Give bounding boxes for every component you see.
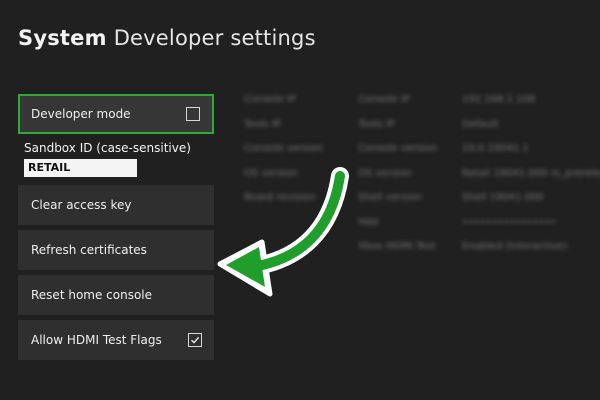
info-column-2: Console IP Tools IP Console version OS v… [358,94,438,266]
page-title: System Developer settings [18,26,316,50]
info-column-1: Console IP Tools IP Console version OS v… [244,94,324,217]
developer-mode-toggle[interactable]: Developer mode [18,94,214,134]
page-title-subtitle: Developer settings [113,26,316,50]
reset-home-console-label: Reset home console [31,288,153,302]
console-info-panel: Console IP Tools IP Console version OS v… [242,94,600,266]
checkbox-checked-icon[interactable] [188,333,202,347]
info-label: Xbox HDMI Test [358,241,436,252]
info-value: Enabled (Interactive) [462,241,568,252]
sandbox-id-label: Sandbox ID (case-sensitive) [24,141,191,155]
page-title-section: System [18,26,107,50]
allow-hdmi-test-flags-label: Allow HDMI Test Flags [31,333,162,347]
checkmark-icon [191,336,200,344]
info-label: Console IP [244,94,296,105]
reset-home-console-button[interactable]: Reset home console [18,275,214,315]
developer-mode-label: Developer mode [31,107,131,121]
info-label: Shell version [358,192,423,203]
info-label: Board revision [244,192,316,203]
info-value: 10.0.19041.1 [462,143,529,154]
sandbox-id-group: Sandbox ID (case-sensitive) [24,141,191,177]
info-label: Tools IP [358,118,395,130]
refresh-certificates-button[interactable]: Refresh certificates [18,230,214,270]
info-label: Console version [244,143,324,154]
info-label: OS version [244,167,299,179]
info-label: Console IP [358,94,410,105]
info-label: Console version [358,143,438,154]
clear-access-key-label: Clear access key [31,198,132,212]
info-value: •••••••••••••••• [462,216,557,228]
info-column-3: 192.168.1.108 Default 10.0.19041.1 Retai… [462,94,600,266]
refresh-certificates-label: Refresh certificates [31,243,147,257]
info-label: Hdd [358,216,379,228]
info-value: Shell 19041.000 [462,192,544,203]
info-value: Retail 19041.000 rs_prerelease [462,167,600,179]
info-value: Default [462,118,499,130]
checkbox-empty-icon[interactable] [186,107,200,121]
allow-hdmi-test-flags-toggle[interactable]: Allow HDMI Test Flags [18,320,214,360]
sandbox-id-input[interactable] [24,159,137,177]
info-label: Tools IP [244,118,281,130]
clear-access-key-button[interactable]: Clear access key [18,185,214,225]
info-label: OS version [358,167,413,179]
info-value: 192.168.1.108 [462,94,536,105]
